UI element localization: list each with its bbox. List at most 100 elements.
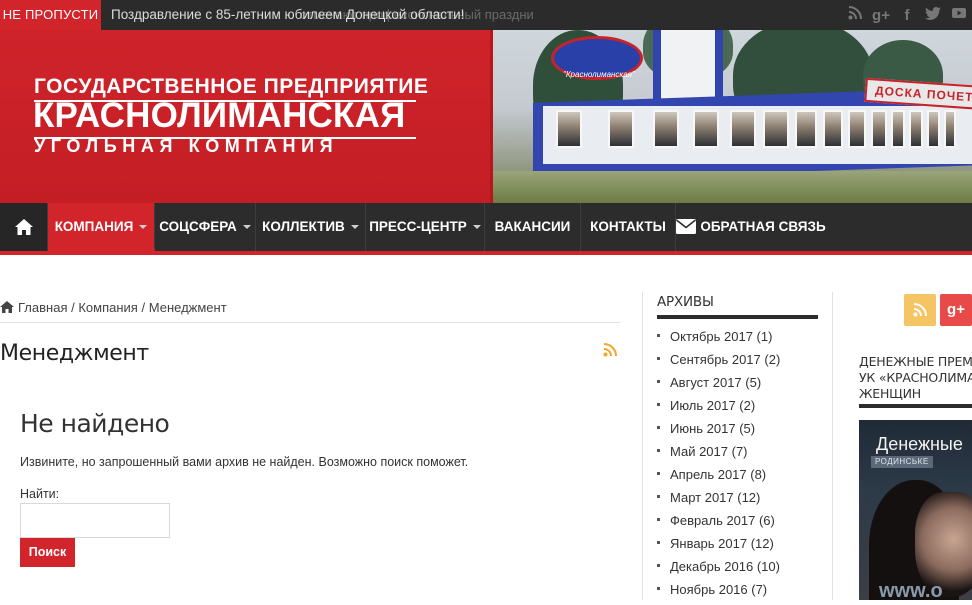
photo-portrait: [653, 110, 679, 148]
photo-portrait: [848, 110, 866, 148]
rss-icon: [913, 303, 927, 317]
chevron-down-icon: [139, 225, 148, 230]
breadcrumb-separator: /: [141, 300, 146, 315]
bullet-icon: [657, 518, 660, 522]
column-divider: [832, 292, 833, 600]
google-plus-button[interactable]: g+: [940, 294, 972, 326]
video-subtitle: РОДИНСЬКЕ: [871, 456, 933, 468]
bullet-icon: [657, 541, 660, 545]
bullet-icon: [657, 495, 660, 499]
bullet-icon: [657, 357, 660, 361]
search-button[interactable]: Поиск: [20, 538, 75, 567]
logo-line-2: КРАСНОЛИМАНСКАЯ: [33, 96, 406, 135]
not-found-title: Не найдено: [20, 409, 170, 438]
photo-emblem-text: "Краснолиманская": [563, 70, 635, 79]
photo-portrait: [891, 110, 905, 148]
google-plus-icon: g+: [947, 301, 965, 318]
archive-link[interactable]: Июнь 2017 (5): [657, 421, 780, 444]
nav-item-kollektiv[interactable]: КОЛЛЕКТИВ: [256, 203, 366, 251]
logo-line-3: УГОЛЬНАЯ КОМПАНИЯ: [34, 136, 339, 156]
bullet-icon: [657, 564, 660, 568]
archive-link[interactable]: Декабрь 2016 (10): [657, 559, 780, 582]
archive-link[interactable]: Сентябрь 2017 (2): [657, 352, 780, 375]
site-header: ГОСУДАРСТВЕННОЕ ПРЕДПРИЯТИЕ КРАСНОЛИМАНС…: [0, 30, 972, 203]
social-icons-top: g+ f: [842, 0, 972, 30]
nav-item-socsfera[interactable]: СОЦСФЕРА: [155, 203, 256, 251]
nav-item-label: ВАКАНСИИ: [494, 219, 571, 234]
photo-portrait: [556, 110, 582, 148]
main-nav: КОМПАНИЯ СОЦСФЕРА КОЛЛЕКТИВ ПРЕСС-ЦЕНТР …: [0, 203, 972, 255]
twitter-icon[interactable]: [920, 6, 946, 24]
breadcrumb-current: Менеджмент: [148, 300, 227, 315]
logo-area[interactable]: ГОСУДАРСТВЕННОЕ ПРЕДПРИЯТИЕ КРАСНОЛИМАНС…: [0, 30, 490, 203]
archive-link[interactable]: Март 2017 (12): [657, 490, 780, 513]
nav-item-press-center[interactable]: ПРЕСС-ЦЕНТР: [366, 203, 485, 251]
archive-link[interactable]: Май 2017 (7): [657, 444, 780, 467]
facebook-icon[interactable]: f: [894, 7, 920, 24]
photo-portrait: [944, 110, 956, 148]
photo-portrait: [927, 110, 940, 148]
nav-item-label: КОНТАКТЫ: [590, 219, 666, 234]
nav-home-button[interactable]: [0, 203, 48, 251]
ticker-headline-link[interactable]: Поздравление с 85-летним юбилеем Донецко…: [111, 0, 464, 30]
photo-portrait: [730, 110, 756, 148]
chevron-down-icon: [350, 225, 359, 230]
rss-icon[interactable]: [603, 343, 617, 357]
widget-title[interactable]: ДЕНЕЖНЫЕ ПРЕМИ УК «КРАСНОЛИМАН ЖЕНЩИН: [859, 354, 972, 402]
chevron-down-icon: [242, 225, 251, 230]
archive-link[interactable]: Февраль 2017 (6): [657, 513, 780, 536]
nav-item-label: КОМПАНИЯ: [54, 219, 134, 234]
page-title: Менеджмент: [0, 341, 149, 366]
breadcrumb-divider: [0, 322, 620, 323]
bullet-icon: [657, 426, 660, 430]
photo-portrait: [693, 110, 719, 148]
archive-link[interactable]: Июль 2017 (2): [657, 398, 780, 421]
bullet-icon: [657, 403, 660, 407]
archives-list: Октябрь 2017 (1) Сентябрь 2017 (2) Авгус…: [657, 329, 780, 605]
search-label: Найти:: [20, 487, 60, 501]
bullet-icon: [657, 587, 660, 591]
top-ticker-bar: НЕ ПРОПУСТИ отмечают профессиональный пр…: [0, 0, 972, 30]
breadcrumb: Главная / Компания / Менеджмент: [0, 300, 620, 322]
archive-link[interactable]: Январь 2017 (12): [657, 536, 780, 559]
archive-link[interactable]: Октябрь 2017 (1): [657, 329, 780, 352]
nav-item-label: СОЦСФЕРА: [159, 219, 237, 234]
photo-grass: [493, 171, 972, 203]
google-plus-icon[interactable]: g+: [868, 7, 894, 24]
photo-portrait: [871, 110, 887, 148]
archives-title: АРХИВЫ: [657, 294, 714, 310]
bullet-icon: [657, 449, 660, 453]
nav-item-contacts[interactable]: КОНТАКТЫ: [581, 203, 676, 251]
not-found-message: Извините, но запрошенный вами архив не н…: [20, 455, 469, 469]
video-watermark: www.o: [879, 580, 943, 600]
rss-icon[interactable]: [842, 6, 868, 24]
video-title: Денежные: [876, 434, 963, 454]
bullet-icon: [657, 472, 660, 476]
archive-link[interactable]: Ноябрь 2016 (7): [657, 582, 780, 605]
nav-item-vacancies[interactable]: ВАКАНСИИ: [485, 203, 581, 251]
photo-portrait: [795, 110, 817, 148]
nav-item-label: КОЛЛЕКТИВ: [262, 219, 345, 234]
rss-subscribe-button[interactable]: [904, 294, 936, 326]
widget-title-rule: [859, 404, 972, 408]
envelope-icon: [676, 218, 697, 234]
ticker-label: НЕ ПРОПУСТИ: [0, 0, 101, 30]
nav-item-label: ОБРАТНАЯ СВЯЗЬ: [700, 219, 826, 234]
photo-portrait: [608, 110, 634, 148]
bullet-icon: [657, 334, 660, 338]
archive-link[interactable]: Август 2017 (5): [657, 375, 780, 398]
nav-item-feedback[interactable]: ОБРАТНАЯ СВЯЗЬ: [676, 203, 826, 251]
home-icon: [14, 219, 33, 236]
photo-portrait: [823, 110, 843, 148]
youtube-icon[interactable]: [946, 6, 972, 24]
photo-portrait: [909, 110, 923, 148]
home-icon: [0, 301, 14, 313]
search-input[interactable]: [20, 503, 170, 538]
breadcrumb-section-link[interactable]: Компания: [78, 300, 138, 315]
chevron-down-icon: [472, 225, 481, 230]
nav-item-company[interactable]: КОМПАНИЯ: [48, 203, 155, 251]
breadcrumb-home-link[interactable]: Главная: [18, 300, 67, 315]
video-thumbnail[interactable]: Денежные РОДИНСЬКЕ www.o: [859, 420, 972, 600]
archive-link[interactable]: Апрель 2017 (8): [657, 467, 780, 490]
nav-item-label: ПРЕСС-ЦЕНТР: [369, 219, 467, 234]
